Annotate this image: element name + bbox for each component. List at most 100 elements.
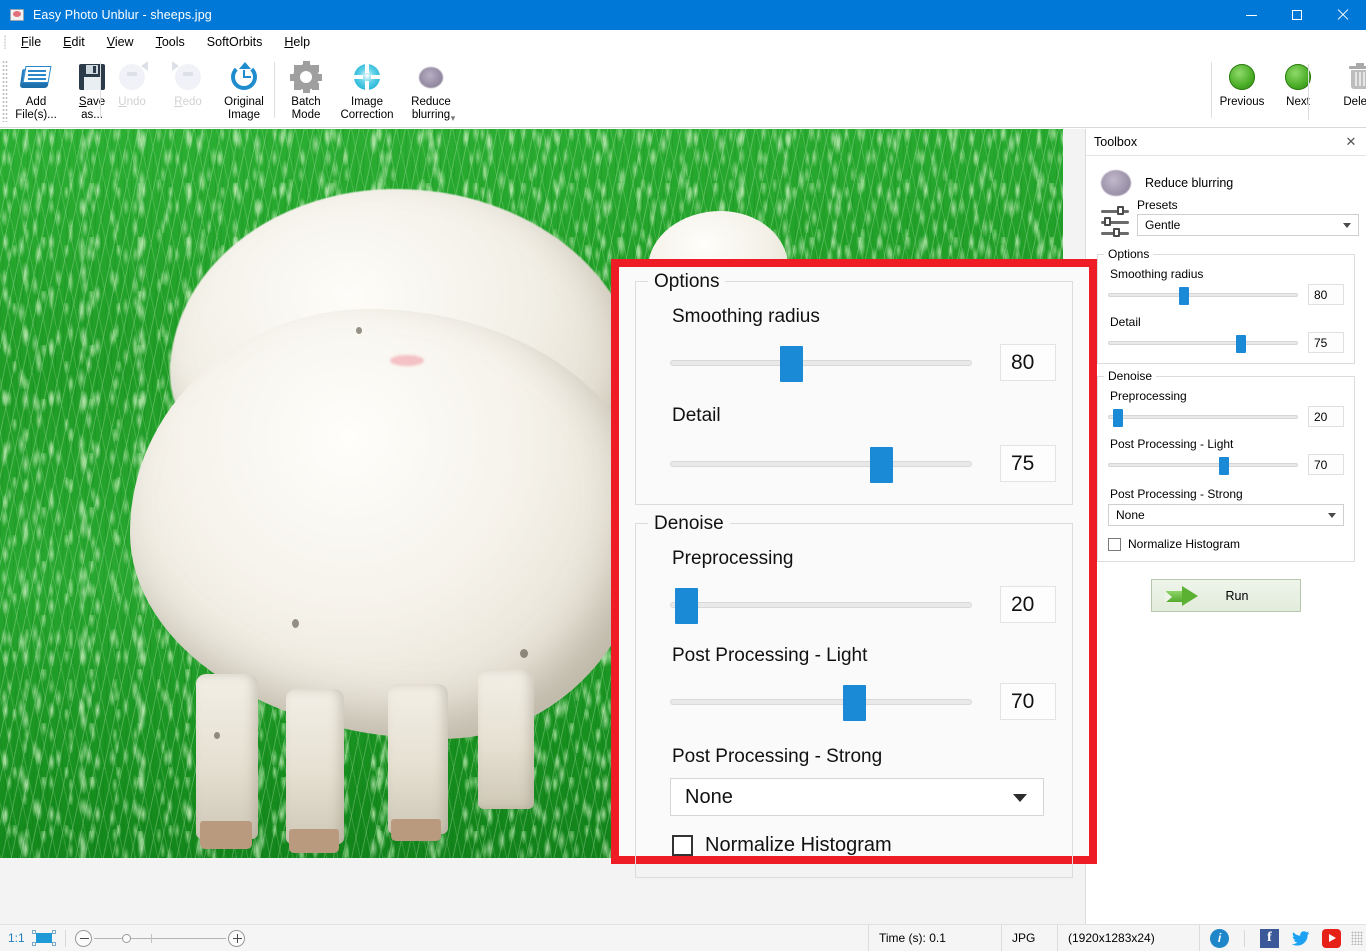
presets-value: Gentle — [1145, 218, 1181, 232]
detail-value[interactable]: 75 — [1308, 332, 1344, 353]
chevron-down-icon — [1343, 223, 1351, 228]
menu-item-tools[interactable]: Tools — [145, 33, 196, 51]
sheep-hoof-3 — [391, 819, 441, 841]
run-button[interactable]: Run — [1151, 579, 1301, 612]
zoom-out-button[interactable] — [74, 929, 92, 947]
overlay-denoise-group: Denoise Preprocessing 20 Post Processing… — [635, 513, 1073, 878]
slider-thumb[interactable] — [780, 345, 803, 382]
denoise-group: Denoise Preprocessing 20 Post Processing… — [1097, 369, 1355, 562]
sheep-leg-2 — [286, 689, 344, 844]
overlay-preprocessing-slider[interactable] — [670, 587, 972, 624]
toolbar-overflow-icon[interactable]: ▾ — [447, 112, 459, 124]
presets-select[interactable]: Gentle — [1137, 214, 1359, 236]
zoom-slider-handle[interactable] — [121, 933, 131, 943]
slider-thumb[interactable] — [1235, 334, 1246, 353]
redo-button[interactable]: Redo — [160, 56, 216, 124]
normalize-histogram-row[interactable]: Normalize Histogram — [1108, 537, 1344, 551]
slider-thumb[interactable] — [675, 587, 698, 624]
overlay-smoothing-radius-value[interactable]: 80 — [1000, 344, 1056, 381]
slider-thumb[interactable] — [1113, 408, 1124, 427]
overlay-denoise-legend: Denoise — [648, 513, 730, 535]
presets-row: Presets Gentle — [1099, 198, 1359, 242]
image-correction-button[interactable]: Image Correction — [334, 56, 400, 124]
batch-mode-label: Batch Mode — [291, 96, 321, 121]
detail-slider[interactable] — [1108, 334, 1298, 353]
undo-button[interactable]: Undo — [104, 56, 160, 124]
overlay-normalize-histogram-checkbox[interactable] — [672, 835, 693, 856]
slider-thumb[interactable] — [870, 446, 893, 483]
save-as-label: Save as... — [78, 96, 106, 121]
info-icon[interactable]: i — [1210, 928, 1229, 948]
youtube-icon[interactable] — [1322, 928, 1341, 948]
original-image-label: Original Image — [224, 96, 264, 121]
twitter-icon[interactable] — [1291, 929, 1310, 948]
overlay-post-processing-strong-select[interactable]: None — [670, 778, 1044, 816]
slider-thumb[interactable] — [1218, 456, 1229, 475]
add-files-button[interactable]: Add File(s)... — [8, 56, 64, 124]
post-processing-light-slider[interactable] — [1108, 456, 1298, 475]
preprocessing-slider[interactable] — [1108, 408, 1298, 427]
reduce-blurring-icon — [415, 61, 447, 93]
overlay-detail-value[interactable]: 75 — [1000, 445, 1056, 482]
post-processing-strong-select[interactable]: None — [1108, 504, 1344, 526]
overlay-post-processing-light-slider[interactable] — [670, 684, 972, 721]
undo-icon — [116, 61, 148, 93]
wool-speck — [214, 732, 220, 739]
sheep-leg-1 — [196, 674, 258, 839]
menu-item-softorbits[interactable]: SoftOrbits — [196, 33, 274, 51]
detail-row: 75 — [1108, 332, 1344, 353]
overlay-normalize-histogram-row[interactable]: Normalize Histogram — [672, 834, 1056, 857]
maximize-button[interactable] — [1274, 0, 1320, 30]
fit-to-window-icon[interactable] — [31, 930, 56, 946]
slider-thumb[interactable] — [843, 684, 866, 721]
slider-thumb[interactable] — [1179, 286, 1190, 305]
smoothing-radius-value[interactable]: 80 — [1308, 284, 1344, 305]
resize-grip[interactable] — [1351, 931, 1363, 945]
next-label: Next — [1286, 96, 1310, 108]
zoom-slider-group — [74, 929, 245, 947]
reduce-blurring-tool-icon — [1101, 170, 1131, 196]
zoom-in-button[interactable] — [227, 929, 245, 947]
toolbox-panel: Toolbox ✕ Reduce blurring Presets Gentle… — [1085, 129, 1366, 924]
menu-item-help[interactable]: Help — [273, 33, 321, 51]
facebook-icon[interactable]: f — [1260, 928, 1279, 948]
minimize-button[interactable] — [1228, 0, 1274, 30]
status-links: i f — [1199, 924, 1351, 951]
post-processing-light-value[interactable]: 70 — [1308, 454, 1344, 475]
previous-icon — [1226, 61, 1258, 93]
menu-item-edit[interactable]: Edit — [52, 33, 96, 51]
next-button[interactable]: Next — [1270, 56, 1326, 124]
sheep-hoof-1 — [200, 821, 252, 849]
toolbox-close-icon[interactable]: ✕ — [1342, 133, 1360, 151]
previous-button[interactable]: Previous — [1214, 56, 1270, 124]
zoom-slider-tick — [150, 933, 152, 943]
overlay-normalize-histogram-label: Normalize Histogram — [705, 834, 892, 856]
zoom-ratio-label[interactable]: 1:1 — [8, 931, 25, 945]
original-image-button[interactable]: Original Image — [216, 56, 272, 124]
batch-mode-button[interactable]: Batch Mode — [278, 56, 334, 124]
overlay-post-processing-strong-value: None — [685, 785, 733, 808]
overlay-smoothing-radius-slider[interactable] — [670, 345, 972, 382]
preprocessing-value[interactable]: 20 — [1308, 406, 1344, 427]
active-tool-name: Reduce blurring — [1145, 176, 1234, 190]
delete-button[interactable]: Delete — [1332, 56, 1366, 124]
maximize-icon — [1292, 10, 1302, 20]
post-processing-strong-value: None — [1116, 508, 1145, 522]
normalize-histogram-checkbox[interactable] — [1108, 537, 1121, 551]
menu-item-file[interactable]: File — [10, 33, 52, 51]
overlay-post-processing-light-row: 70 — [670, 683, 1056, 721]
menu-bar: File Edit View Tools SoftOrbits Help — [0, 30, 1366, 54]
close-button[interactable] — [1320, 0, 1366, 30]
preprocessing-label: Preprocessing — [1110, 389, 1187, 403]
zoom-slider[interactable] — [93, 933, 226, 943]
add-files-icon — [19, 61, 52, 93]
overlay-detail-slider[interactable] — [670, 446, 972, 483]
overlay-preprocessing-value[interactable]: 20 — [1000, 586, 1056, 623]
overlay-post-processing-light-value[interactable]: 70 — [1000, 683, 1056, 720]
presets-label: Presets — [1137, 198, 1178, 212]
menu-grip-handle[interactable] — [0, 30, 10, 54]
menu-item-view[interactable]: View — [96, 33, 145, 51]
wool-speck — [520, 649, 528, 658]
status-dimensions: (1920x1283x24) — [1057, 924, 1199, 951]
smoothing-radius-slider[interactable] — [1108, 286, 1298, 305]
